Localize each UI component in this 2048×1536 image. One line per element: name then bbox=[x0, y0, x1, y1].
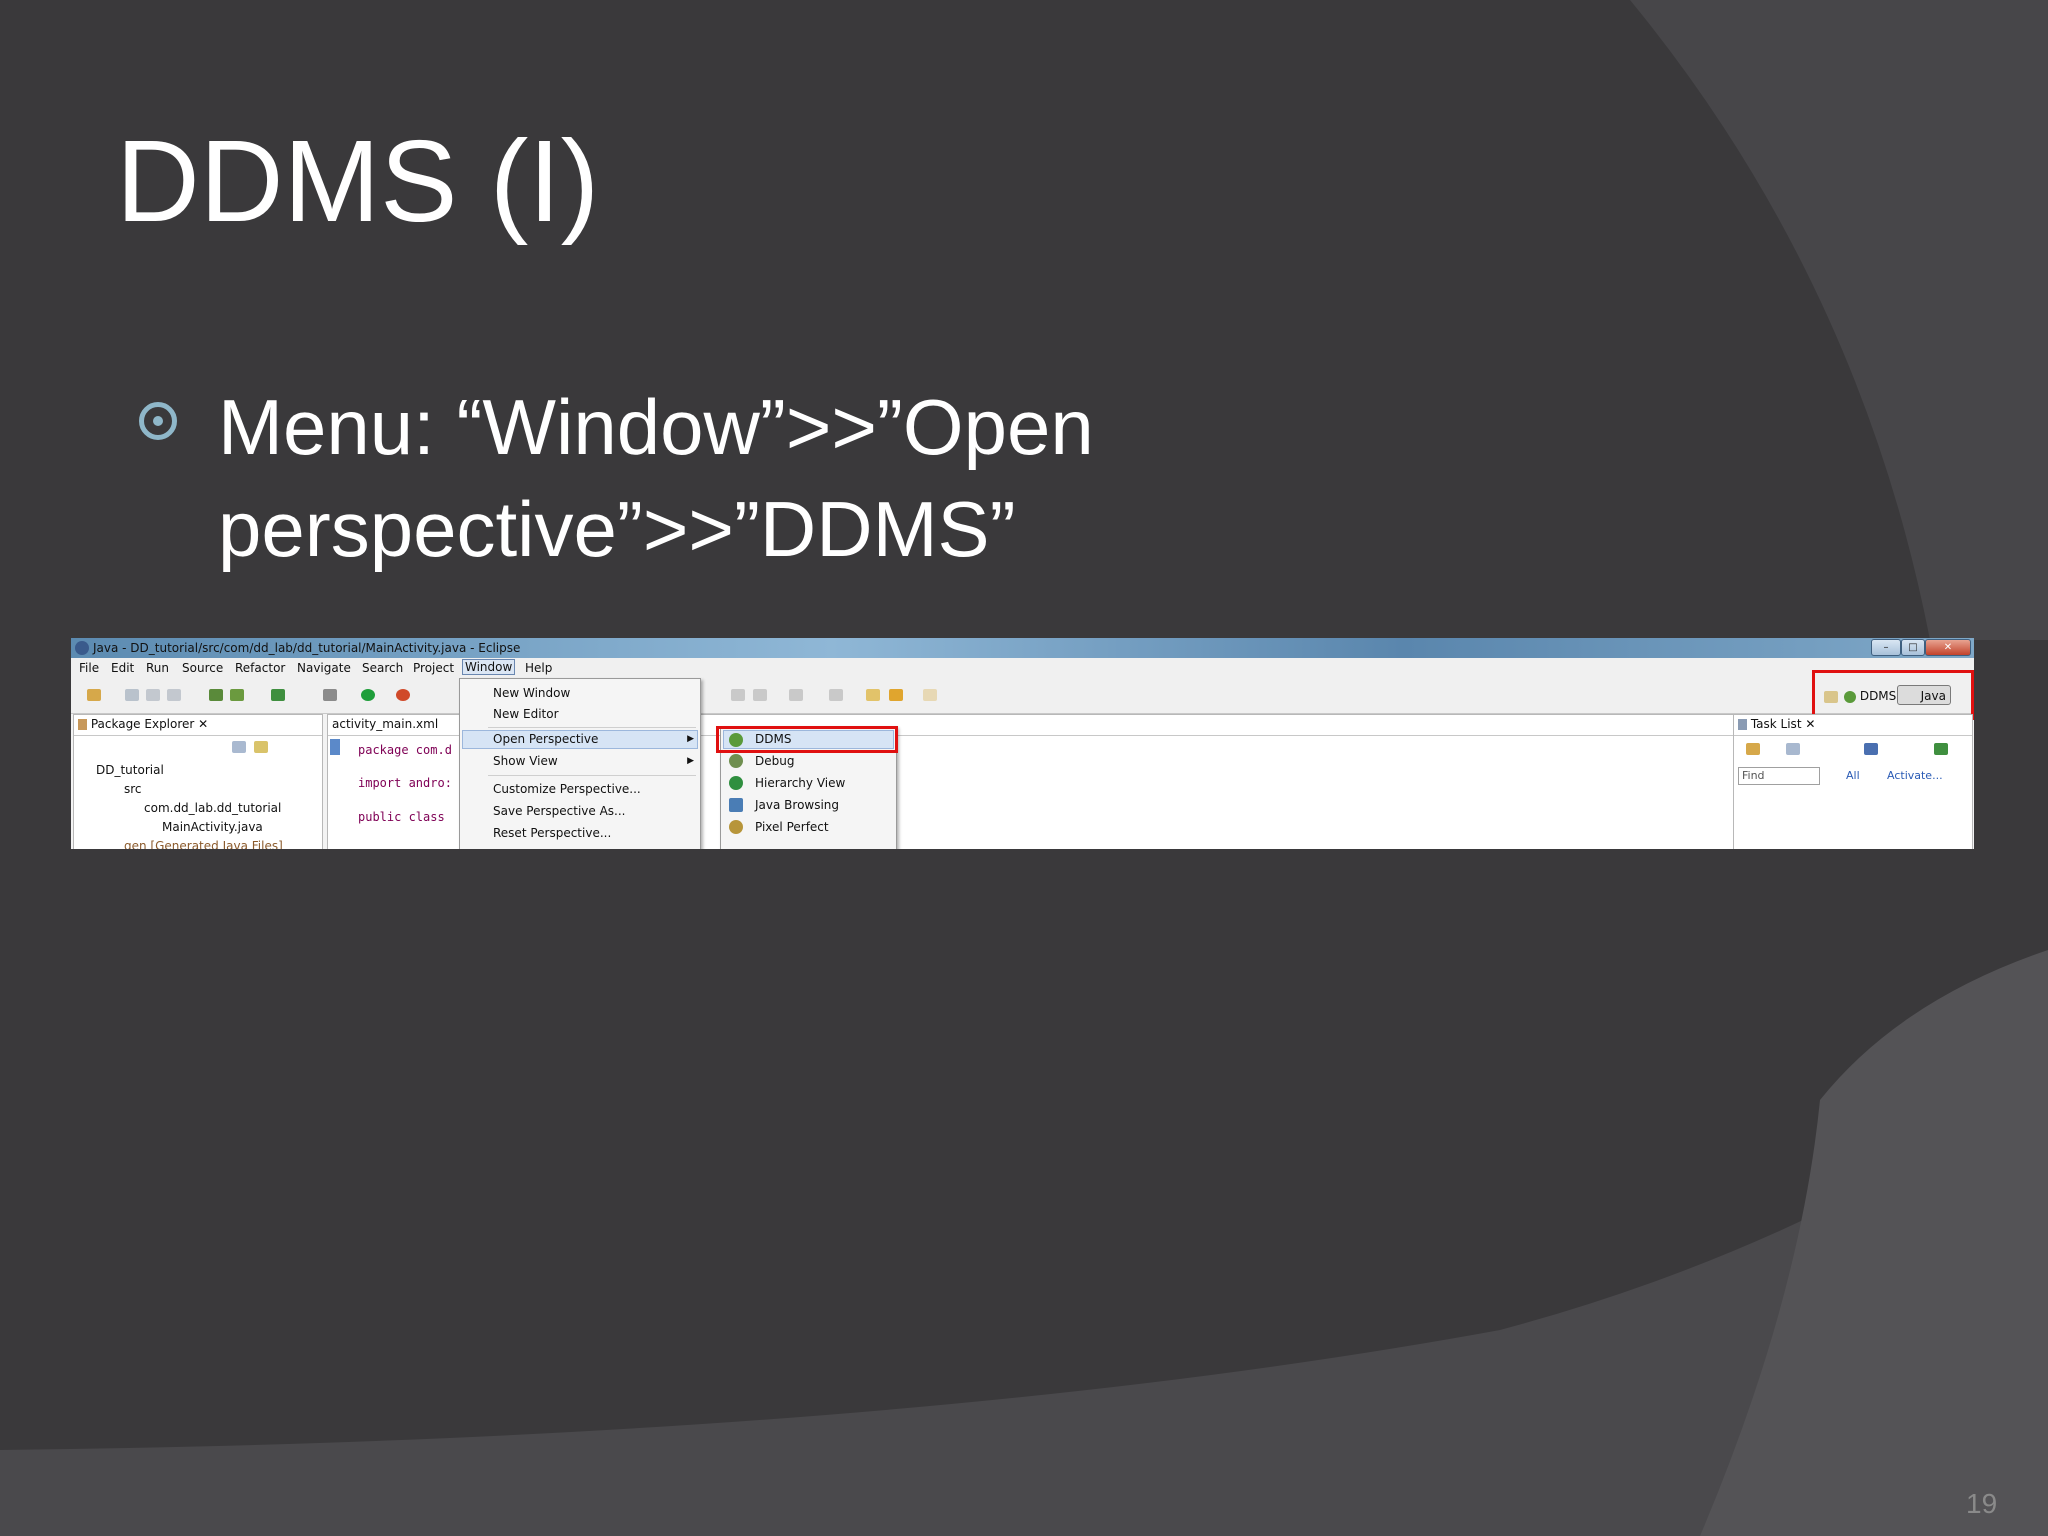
task-list-tab[interactable]: Task List ✕ bbox=[1738, 717, 1815, 731]
run-icon[interactable] bbox=[361, 689, 375, 701]
tree-mainactivity[interactable]: MainActivity.java bbox=[162, 820, 263, 834]
print-icon[interactable] bbox=[167, 689, 181, 701]
task-list-panel: Task List ✕ Find All Activate... bbox=[1733, 714, 1973, 849]
highlight-perspective-box bbox=[1812, 670, 1974, 720]
bullet-icon bbox=[139, 402, 177, 440]
package-icon bbox=[78, 719, 87, 730]
toolbar-icon-b[interactable] bbox=[753, 689, 767, 701]
tree-project[interactable]: DD_tutorial bbox=[96, 763, 164, 777]
show-view-arrow-icon: ▶ bbox=[687, 756, 694, 766]
save-icon[interactable] bbox=[125, 689, 139, 701]
eclipse-screenshot: Java - DD_tutorial/src/com/dd_lab/dd_tut… bbox=[71, 638, 1974, 849]
new-task-icon[interactable] bbox=[1746, 743, 1760, 755]
navigate-forward-icon[interactable] bbox=[923, 689, 937, 701]
highlight-ddms-box bbox=[716, 726, 898, 753]
filter-icon[interactable] bbox=[1864, 743, 1878, 755]
menu-navigate[interactable]: Navigate bbox=[297, 661, 351, 675]
package-explorer-tab[interactable]: Package Explorer ✕ bbox=[78, 717, 208, 731]
minimize-button[interactable]: – bbox=[1871, 639, 1901, 656]
task-activate-link[interactable]: Activate... bbox=[1887, 769, 1943, 782]
menu-customize-perspective[interactable]: Customize Perspective... bbox=[493, 782, 641, 796]
sync-icon[interactable] bbox=[1934, 743, 1948, 755]
eclipse-menubar: File Edit Run Source Refactor Navigate S… bbox=[71, 658, 1974, 677]
task-list-icon bbox=[1738, 719, 1747, 730]
tree-src[interactable]: src bbox=[124, 782, 142, 796]
task-filter-all[interactable]: All bbox=[1846, 769, 1860, 782]
submenu-hierarchy-view[interactable]: Hierarchy View bbox=[755, 776, 845, 790]
save-all-icon[interactable] bbox=[146, 689, 160, 701]
slide-title: DDMS (I) bbox=[116, 116, 600, 246]
external-tools-icon[interactable] bbox=[396, 689, 410, 701]
eclipse-window-title: Java - DD_tutorial/src/com/dd_lab/dd_tut… bbox=[93, 641, 521, 655]
debug-icon[interactable] bbox=[323, 689, 337, 701]
eclipse-titlebar: Java - DD_tutorial/src/com/dd_lab/dd_tut… bbox=[71, 638, 1974, 658]
menu-reset-perspective[interactable]: Reset Perspective... bbox=[493, 826, 611, 840]
page-number: 19 bbox=[1966, 1488, 1998, 1519]
menu-save-perspective[interactable]: Save Perspective As... bbox=[493, 804, 626, 818]
collapse-all-icon[interactable] bbox=[232, 741, 246, 753]
avd-manager-icon[interactable] bbox=[230, 689, 244, 701]
menu-search[interactable]: Search bbox=[362, 661, 403, 675]
back-icon[interactable] bbox=[866, 689, 880, 701]
eclipse-app-icon bbox=[75, 641, 89, 655]
bullet-text: Menu: “Window”>>”Open perspective”>>”DDM… bbox=[218, 383, 1094, 573]
link-editor-icon[interactable] bbox=[254, 741, 268, 753]
code-line-class: public class bbox=[358, 810, 445, 824]
task-find-input[interactable]: Find bbox=[1738, 767, 1820, 785]
maximize-button[interactable]: □ bbox=[1901, 639, 1925, 656]
menu-open-perspective[interactable]: Open Perspective bbox=[493, 732, 598, 746]
toolbar-icon-a[interactable] bbox=[731, 689, 745, 701]
submenu-debug[interactable]: Debug bbox=[755, 754, 794, 768]
submenu-java-browsing[interactable]: Java Browsing bbox=[755, 798, 839, 812]
pixel-perfect-icon bbox=[729, 820, 743, 834]
submenu-pixel-perfect[interactable]: Pixel Perfect bbox=[755, 820, 829, 834]
navigate-back-icon[interactable] bbox=[889, 689, 903, 701]
tree-package[interactable]: com.dd_lab.dd_tutorial bbox=[144, 801, 281, 815]
menu-edit[interactable]: Edit bbox=[111, 661, 134, 675]
categorized-icon[interactable] bbox=[1786, 743, 1800, 755]
menu-run[interactable]: Run bbox=[146, 661, 169, 675]
menu-file[interactable]: File bbox=[79, 661, 99, 675]
tree-gen[interactable]: gen [Generated Java Files] bbox=[124, 839, 283, 849]
menu-source[interactable]: Source bbox=[182, 661, 223, 675]
menu-project[interactable]: Project bbox=[413, 661, 454, 675]
window-menu-dropdown: New Window New Editor Open Perspective ▶… bbox=[459, 678, 701, 849]
java-browsing-icon bbox=[729, 798, 743, 812]
open-perspective-arrow-icon: ▶ bbox=[687, 734, 694, 744]
menu-new-window[interactable]: New Window bbox=[493, 686, 570, 700]
menu-new-editor[interactable]: New Editor bbox=[493, 707, 559, 721]
hierarchy-view-icon bbox=[729, 776, 743, 790]
code-line-import: import andro: bbox=[358, 776, 452, 790]
editor-ruler-marker bbox=[330, 739, 340, 755]
menu-show-view[interactable]: Show View bbox=[493, 754, 558, 768]
menu-window[interactable]: Window bbox=[462, 659, 516, 675]
toolbar-icon-c[interactable] bbox=[789, 689, 803, 701]
new-icon[interactable] bbox=[87, 689, 101, 701]
debug-icon bbox=[729, 754, 743, 768]
toolbar-icon-d[interactable] bbox=[829, 689, 843, 701]
package-explorer-panel: Package Explorer ✕ DD_tutorial src com.d… bbox=[73, 714, 323, 849]
android-sdk-icon[interactable] bbox=[209, 689, 223, 701]
menu-help[interactable]: Help bbox=[525, 661, 552, 675]
close-button[interactable]: ✕ bbox=[1925, 639, 1971, 656]
code-line-package: package com.d bbox=[358, 743, 452, 757]
eclipse-toolbar bbox=[71, 677, 1974, 714]
lint-icon[interactable] bbox=[271, 689, 285, 701]
menu-refactor[interactable]: Refactor bbox=[235, 661, 285, 675]
editor-tab[interactable]: activity_main.xml bbox=[332, 717, 438, 731]
